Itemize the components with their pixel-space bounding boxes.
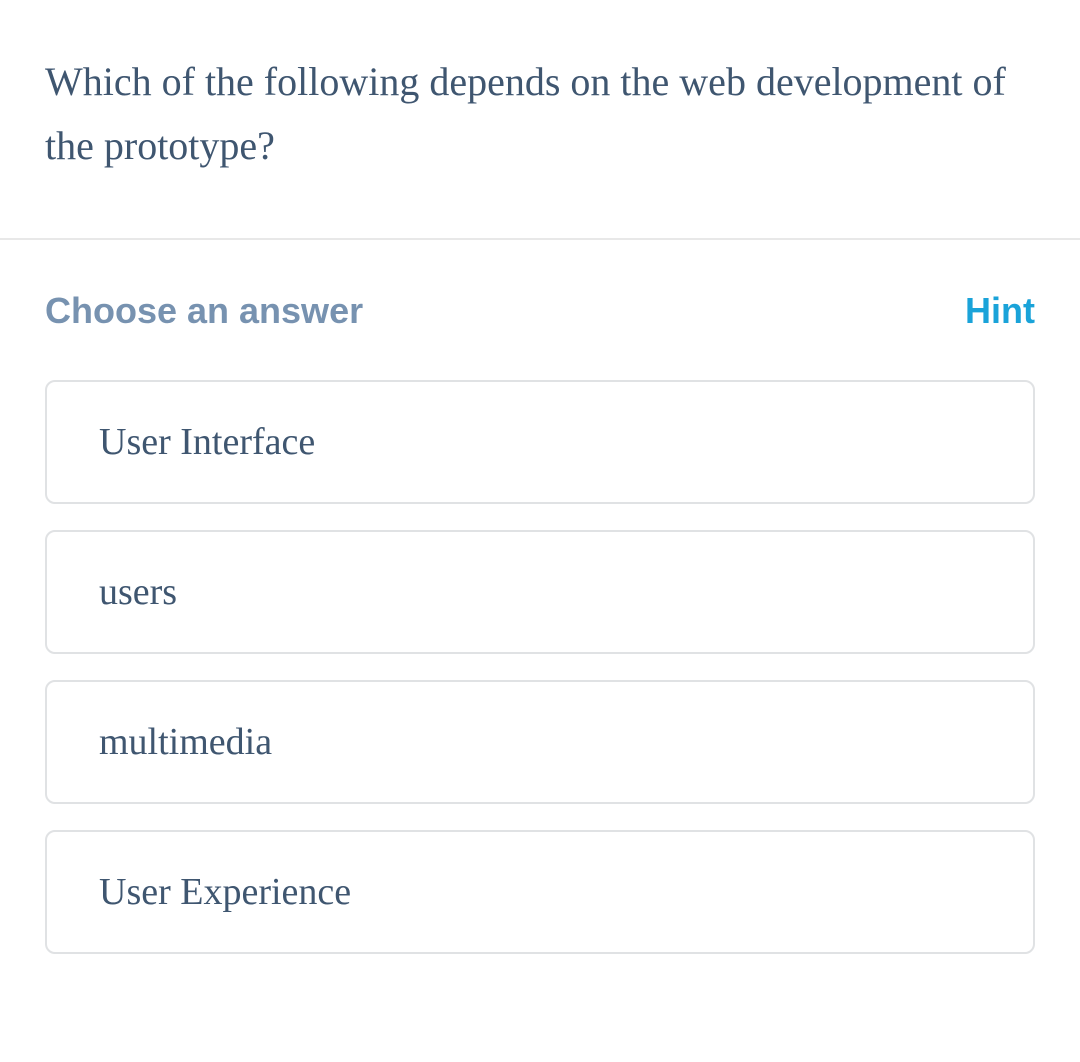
option-text: User Interface: [99, 421, 315, 463]
choose-answer-label: Choose an answer: [45, 290, 363, 332]
answer-section: Choose an answer Hint User Interface use…: [0, 240, 1080, 999]
option-text: User Experience: [99, 871, 351, 913]
option-multimedia[interactable]: multimedia: [45, 680, 1035, 804]
hint-button[interactable]: Hint: [965, 290, 1035, 332]
option-text: multimedia: [99, 721, 272, 763]
question-text: Which of the following depends on the we…: [45, 50, 1035, 178]
question-section: Which of the following depends on the we…: [0, 0, 1080, 238]
answer-header: Choose an answer Hint: [45, 290, 1035, 332]
option-user-interface[interactable]: User Interface: [45, 380, 1035, 504]
option-user-experience[interactable]: User Experience: [45, 830, 1035, 954]
option-users[interactable]: users: [45, 530, 1035, 654]
option-text: users: [99, 571, 177, 613]
options-list: User Interface users multimedia User Exp…: [45, 380, 1035, 954]
